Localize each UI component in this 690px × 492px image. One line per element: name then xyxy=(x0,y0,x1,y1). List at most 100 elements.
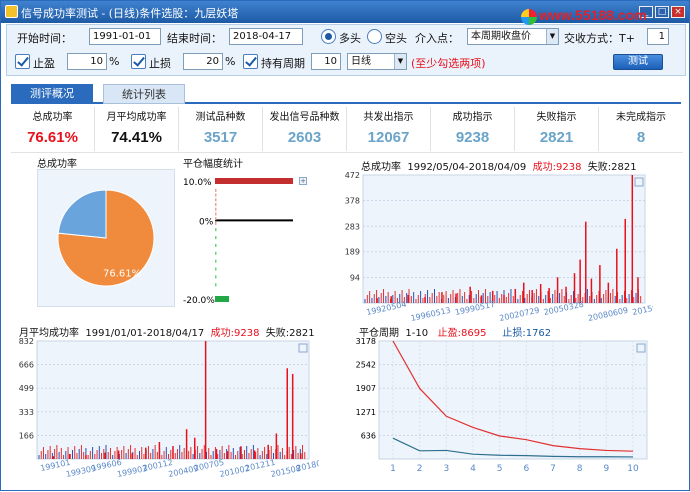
dist-mark xyxy=(215,228,217,232)
stat-card: 失败指示 2821 xyxy=(515,107,599,151)
end-date-input[interactable]: 2018-04-17 xyxy=(229,28,303,45)
take-profit-label: 止盈 xyxy=(33,57,55,70)
overall-y-tick: 283 xyxy=(345,222,360,231)
dist-chart-panel: 10.0% 0% -20.0% + xyxy=(183,169,311,307)
holding-period-input[interactable]: 10 xyxy=(311,53,341,70)
period-x-tick: 5 xyxy=(497,464,503,474)
dist-mark xyxy=(215,207,217,211)
maximize-button[interactable]: □ xyxy=(655,6,669,18)
tab-overview[interactable]: 测评概况 xyxy=(11,84,93,104)
monthly-chart-panel: 166 333 499 666 832 199101 199309 199606 199903 2… xyxy=(1,337,327,489)
stat-label: 月平均成功率 xyxy=(106,112,167,123)
period-x-tick: 3 xyxy=(443,464,449,474)
stop-loss-input[interactable]: 20 xyxy=(183,53,223,70)
dist-chart-title: 平仓幅度统计 xyxy=(183,159,243,170)
close-button[interactable]: × xyxy=(671,6,685,18)
period-y-tick: 3178 xyxy=(356,337,376,346)
monthly-y-tick: 832 xyxy=(19,337,34,346)
stat-card: 未完成指示 8 xyxy=(599,107,683,151)
stat-card: 总成功率 76.61% xyxy=(11,107,95,151)
long-radio[interactable] xyxy=(321,29,336,44)
overall-x-tick: 20020729 xyxy=(499,306,541,323)
entry-point-select[interactable]: 本周期收盘价 ▼ xyxy=(467,28,559,45)
stat-value: 8 xyxy=(636,129,646,146)
stop-loss-unit: % xyxy=(225,55,236,68)
take-profit-checkbox[interactable] xyxy=(15,54,30,69)
overall-y-tick: 94 xyxy=(350,274,360,283)
stat-value: 76.61% xyxy=(27,129,78,146)
entry-point-value: 本周期收盘价 xyxy=(471,31,531,42)
period-y-tick: 1907 xyxy=(356,384,376,393)
expand-icon[interactable]: + xyxy=(299,177,307,185)
long-label: 多头 xyxy=(339,32,361,45)
pie-slice xyxy=(57,189,107,239)
stat-value: 3517 xyxy=(203,129,238,146)
stat-card: 月平均成功率 74.41% xyxy=(95,107,179,151)
brand-text: www.55188.com xyxy=(539,7,647,23)
stat-label: 发出信号品种数 xyxy=(269,112,340,123)
run-test-button[interactable]: 测试 xyxy=(613,54,663,70)
period-y-tick: 1271 xyxy=(356,408,376,417)
dist-tick-label: -20.0% xyxy=(183,296,215,306)
end-label: 结束时间： xyxy=(167,32,222,45)
holding-period-label: 持有周期 xyxy=(261,57,305,70)
dist-mark xyxy=(215,203,217,207)
dist-mark xyxy=(215,259,217,263)
app-icon xyxy=(5,5,18,18)
main-window: 信号成功率测试 - (日线)条件选股：九层妖塔 _ □ × www.55188.… xyxy=(0,0,690,491)
stop-loss-checkbox[interactable] xyxy=(131,54,146,69)
stat-card: 成功指示 9238 xyxy=(431,107,515,151)
period-x-tick: 10 xyxy=(627,464,639,474)
dist-loss-bar xyxy=(215,296,229,302)
overall-x-tick: 19960513 xyxy=(410,306,452,323)
dist-mark xyxy=(215,212,217,216)
period-chart-panel: 636 1271 1907 2542 3178 1 2 3 4 5 6 7 8 9 10 xyxy=(347,337,657,489)
overall-y-tick: 378 xyxy=(345,196,360,205)
overall-chart: 9418928337847219920504 19960513 19990517 20… xyxy=(345,171,674,323)
holding-period-checkbox[interactable] xyxy=(243,54,258,69)
tab-stat-list[interactable]: 统计列表 xyxy=(103,84,185,104)
period-x-tick: 2 xyxy=(417,464,423,474)
take-profit-unit: % xyxy=(109,55,120,68)
window-title: 信号成功率测试 - (日线)条件选股：九层妖塔 xyxy=(21,7,239,20)
dist-mark xyxy=(215,267,217,271)
take-profit-input[interactable]: 10 xyxy=(67,53,107,70)
pie-slice-label: 76.61% xyxy=(103,268,141,279)
overall-expand-icon xyxy=(634,177,644,187)
monthly-y-tick: 333 xyxy=(19,408,34,417)
monthly-plot-area xyxy=(36,340,310,460)
dist-mark xyxy=(215,193,217,197)
period-x-tick: 4 xyxy=(470,464,476,474)
stat-label: 测试品种数 xyxy=(195,112,246,123)
monthly-y-tick: 499 xyxy=(19,384,34,393)
monthly-expand-icon xyxy=(298,343,308,353)
period-y-tick: 2542 xyxy=(356,361,376,370)
period-x-tick: 7 xyxy=(550,464,556,474)
overall-plot-area xyxy=(362,174,646,304)
period-x-tick: 9 xyxy=(603,464,609,474)
short-radio[interactable] xyxy=(367,29,382,44)
stat-card: 测试品种数 3517 xyxy=(179,107,263,151)
stat-card: 发出信号品种数 2603 xyxy=(263,107,347,151)
overall-y-tick: 189 xyxy=(345,248,360,257)
overall-y-tick: 472 xyxy=(345,171,360,180)
trade-days-input[interactable]: 1 xyxy=(647,28,669,45)
dist-mark xyxy=(215,198,217,202)
start-date-input[interactable]: 1991-01-01 xyxy=(89,28,161,45)
tab-bar: 测评概况 统计列表 xyxy=(11,84,681,104)
test-toolbar: 开始时间： 1991-01-01 结束时间： 2018-04-17 多头 空头 … xyxy=(6,24,686,76)
overall-x-tick: 20080609 xyxy=(587,306,629,323)
stop-loss-label: 止损 xyxy=(149,57,171,70)
period-type-select[interactable]: 日线 ▼ xyxy=(347,53,407,70)
entry-label: 介入点： xyxy=(415,32,459,45)
overall-chart-panel: 94 189 283 378 472 19920504 19960513 19990517 20… xyxy=(331,171,674,329)
dist-mark xyxy=(215,251,217,255)
trade-label: 交收方式：T+ xyxy=(564,32,635,45)
dist-mark xyxy=(215,236,217,240)
stat-value: 12067 xyxy=(367,129,410,146)
period-expand-icon xyxy=(636,343,646,353)
pie-chart: 76.61% xyxy=(57,189,155,287)
stat-label: 未完成指示 xyxy=(616,112,666,123)
monthly-y-tick: 166 xyxy=(19,431,34,440)
dist-gain-bar xyxy=(215,178,293,184)
